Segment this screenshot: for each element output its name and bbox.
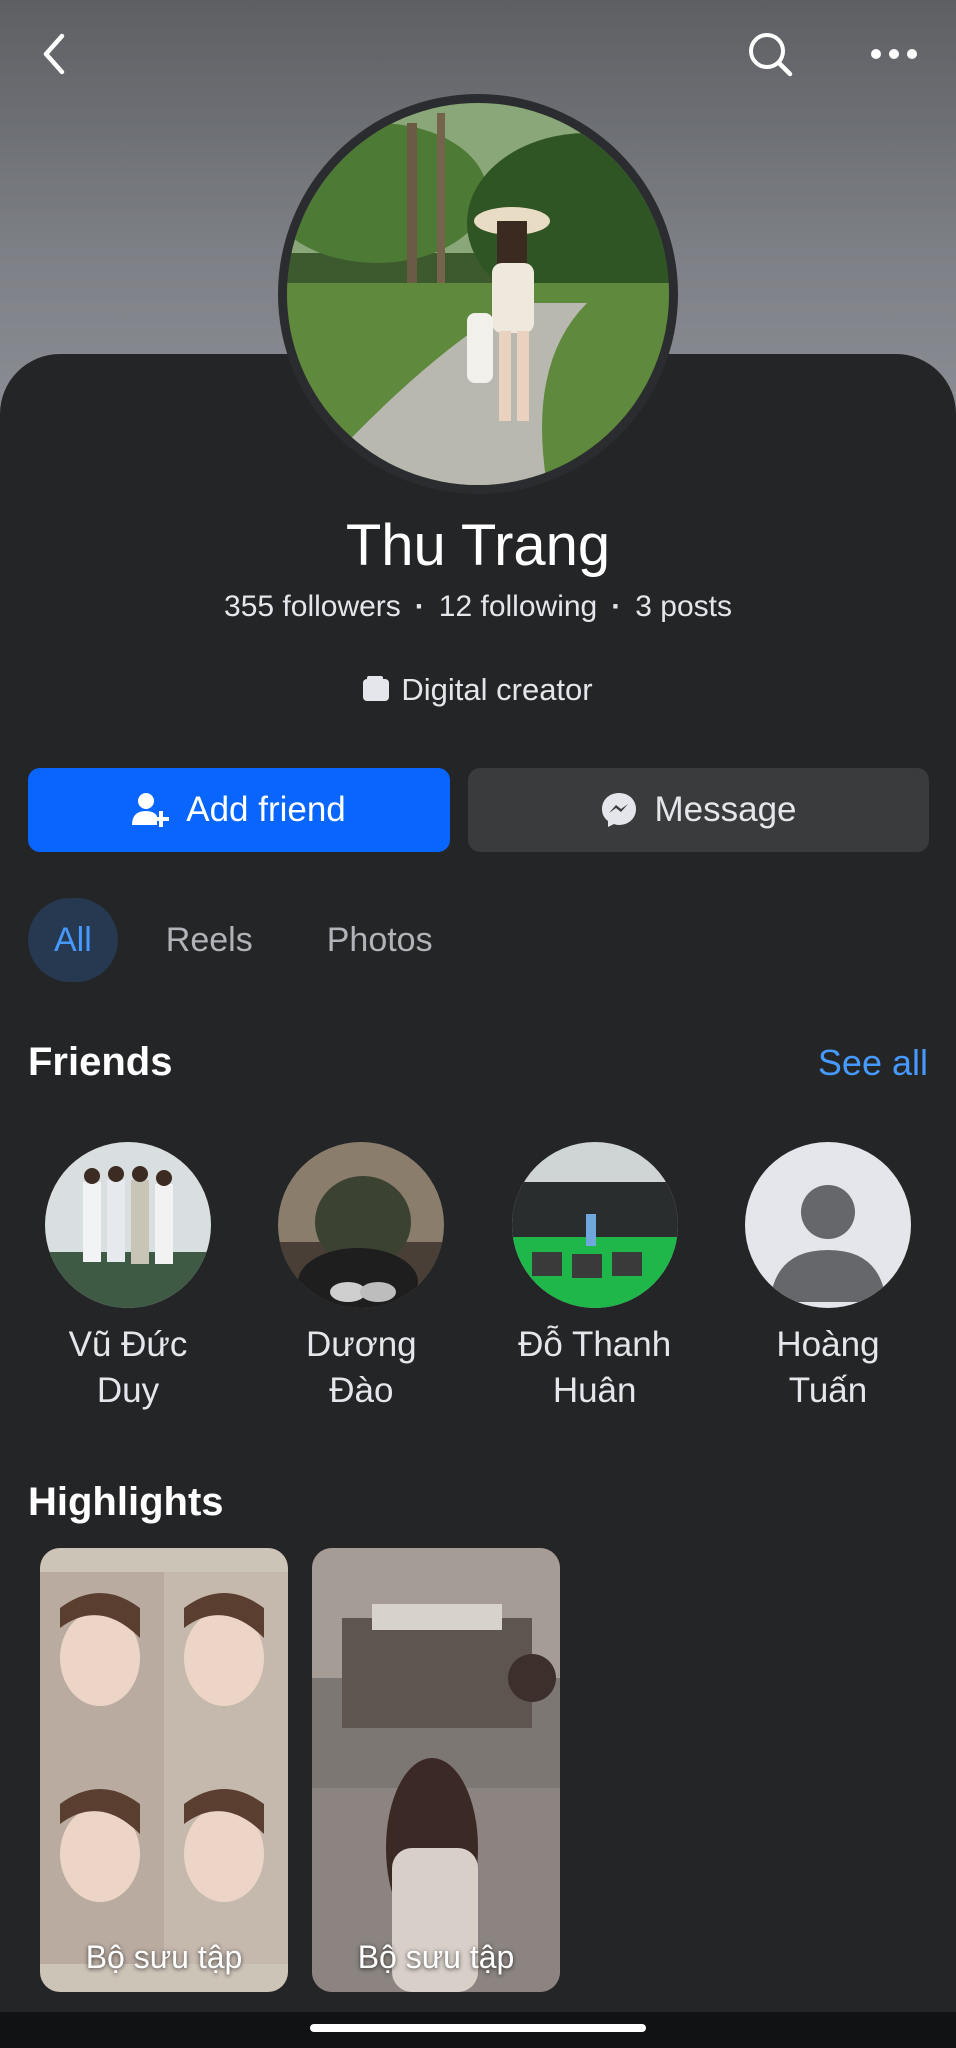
more-button[interactable]	[862, 22, 926, 86]
highlights-list: Bộ sưu tập Bộ sưu tập	[40, 1548, 584, 1992]
add-person-icon	[132, 793, 170, 827]
back-button[interactable]	[22, 22, 86, 86]
highlight-label: Bộ sưu tập	[357, 1939, 515, 1975]
friend-avatar	[45, 1142, 211, 1308]
stats-separator: ·	[414, 590, 425, 623]
search-icon	[749, 33, 793, 77]
friend-name: Dương Đào	[306, 1325, 417, 1410]
friend-avatar	[278, 1142, 445, 1308]
category-label: Digital creator	[401, 672, 593, 707]
highlight-card[interactable]: Bộ sưu tập	[312, 1548, 560, 1992]
friends-title: Friends	[28, 1040, 173, 1084]
friend-name: Đỗ Thanh Huân	[518, 1325, 672, 1410]
tab-all[interactable]: All	[28, 898, 118, 982]
clapperboard-icon	[363, 676, 390, 701]
tab-reels[interactable]: Reels	[140, 898, 279, 982]
add-friend-button[interactable]: Add friend	[28, 768, 450, 852]
following-count[interactable]: 12 following	[439, 590, 597, 624]
highlight-label: Bộ sưu tập	[85, 1939, 243, 1975]
content-filter-tabs: All Reels Photos	[28, 898, 481, 982]
posts-count[interactable]: 3 posts	[635, 590, 732, 624]
profile-avatar[interactable]	[278, 94, 678, 494]
friend-item[interactable]: Hoàng Tuấn	[728, 1142, 928, 1414]
see-all-friends-link[interactable]: See all	[818, 1042, 928, 1084]
more-dots-icon	[871, 49, 917, 59]
default-user-icon	[744, 1142, 911, 1308]
friend-name: Vũ Đức Duy	[68, 1325, 188, 1410]
chevron-left-icon	[43, 33, 65, 75]
message-label: Message	[654, 790, 797, 829]
highlight-cover	[40, 1548, 288, 1992]
friend-name: Hoàng Tuấn	[776, 1325, 880, 1410]
highlight-cover	[312, 1548, 560, 1992]
friend-avatar	[511, 1142, 678, 1308]
friends-list: Vũ Đức Duy Dương Đào Đỗ Thanh Huân Hoàng…	[28, 1142, 928, 1414]
profile-stats: 355 followers · 12 following · 3 posts	[0, 590, 956, 624]
tab-photos[interactable]: Photos	[301, 898, 459, 982]
profile-name: Thu Trang	[345, 513, 611, 578]
avatar-image	[287, 103, 669, 485]
message-button[interactable]: Message	[468, 768, 929, 852]
stats-separator: ·	[611, 590, 622, 623]
friend-avatar-placeholder	[744, 1142, 911, 1308]
friend-item[interactable]: Đỗ Thanh Huân	[495, 1142, 695, 1414]
add-friend-label: Add friend	[186, 790, 346, 829]
home-indicator[interactable]	[310, 2024, 646, 2032]
followers-count[interactable]: 355 followers	[224, 590, 401, 624]
friend-item[interactable]: Dương Đào	[261, 1142, 461, 1414]
search-button[interactable]	[738, 22, 802, 86]
profile-category: Digital creator	[0, 672, 956, 708]
highlight-card[interactable]: Bộ sưu tập	[40, 1548, 288, 1992]
highlights-title: Highlights	[28, 1480, 224, 1524]
messenger-icon	[602, 793, 637, 827]
friend-item[interactable]: Vũ Đức Duy	[28, 1142, 228, 1414]
